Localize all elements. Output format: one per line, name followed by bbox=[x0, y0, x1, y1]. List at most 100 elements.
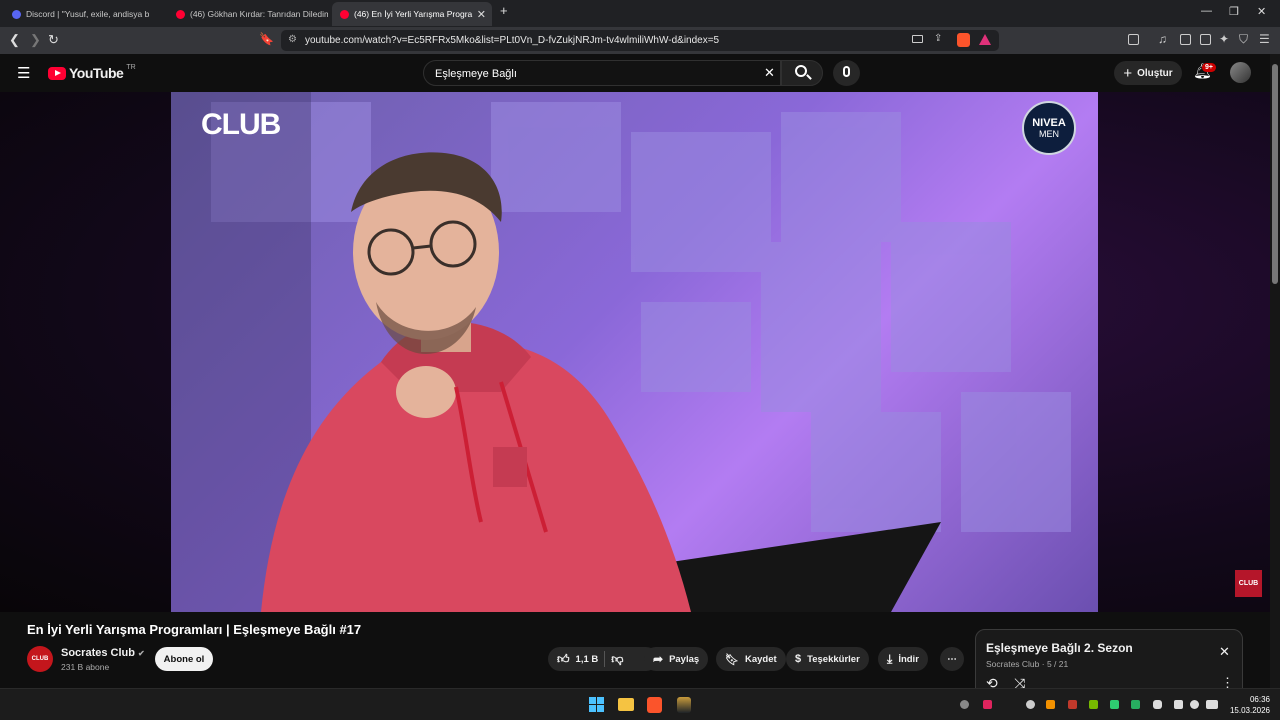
league-client-icon[interactable] bbox=[677, 697, 691, 713]
youtube-header: ☰ YouTube TR Eşleşmeye Bağlı ✕ + Oluştur… bbox=[0, 54, 1280, 92]
microphone-tray-icon[interactable] bbox=[1153, 700, 1162, 709]
url-field[interactable]: ⚙ youtube.com/watch?v=Ec5RFRx5Mko&list=P… bbox=[281, 30, 999, 51]
tab-active-video[interactable]: (46) En İyi Yerli Yarışma Progra ✕ bbox=[332, 2, 492, 26]
battery-icon[interactable] bbox=[1206, 700, 1218, 709]
vpn-shield-icon[interactable]: ⛉ bbox=[1239, 32, 1248, 47]
search-query-text: Eşleşmeye Bağlı bbox=[435, 68, 517, 80]
search-input[interactable]: Eşleşmeye Bağlı ✕ bbox=[423, 60, 781, 86]
tray-app-icon[interactable] bbox=[960, 700, 969, 709]
brave-rewards-icon[interactable] bbox=[979, 34, 991, 45]
site-settings-icon[interactable]: ⚙ bbox=[288, 34, 297, 45]
tray-app-icon[interactable] bbox=[1131, 700, 1140, 709]
clock-date: 15.03.2026 bbox=[1229, 706, 1270, 715]
youtube-logo-text: YouTube bbox=[69, 65, 124, 81]
more-actions-button[interactable]: ⋯ bbox=[940, 647, 964, 671]
verified-icon: ✔ bbox=[138, 649, 145, 658]
hamburger-menu-icon[interactable]: ☰ bbox=[17, 64, 30, 82]
club-watermark: CLUB bbox=[201, 108, 281, 141]
microphone-icon bbox=[843, 66, 850, 77]
volume-icon[interactable] bbox=[1190, 700, 1199, 709]
windows-start-icon[interactable] bbox=[589, 697, 604, 712]
share-icon: ➦ bbox=[653, 652, 664, 666]
scrollbar-thumb[interactable] bbox=[1272, 64, 1278, 284]
channel-branding-watermark[interactable]: CLUB bbox=[1235, 570, 1262, 597]
music-icon[interactable]: ♫ bbox=[1158, 32, 1167, 46]
youtube-play-logo-icon bbox=[48, 66, 66, 80]
discord-icon bbox=[12, 9, 21, 19]
playlist-title[interactable]: Eşleşmeye Bağlı 2. Sezon bbox=[986, 641, 1133, 655]
windows-taskbar: 06:36 15.03.2026 bbox=[0, 688, 1280, 720]
new-tab-button[interactable]: + bbox=[500, 3, 508, 18]
tray-app-icon[interactable] bbox=[1068, 700, 1077, 709]
network-icon[interactable] bbox=[1174, 700, 1183, 709]
share-label: Paylaş bbox=[669, 653, 700, 665]
clear-search-icon[interactable]: ✕ bbox=[764, 65, 775, 81]
nvidia-icon[interactable] bbox=[1089, 700, 1098, 709]
plus-icon: + bbox=[1123, 64, 1133, 82]
channel-avatar[interactable]: CLUB bbox=[27, 646, 53, 672]
clock-time: 06:36 bbox=[1249, 695, 1270, 704]
close-playlist-icon[interactable]: ✕ bbox=[1219, 644, 1230, 660]
url-text: youtube.com/watch?v=Ec5RFRx5Mko&list=PLt… bbox=[305, 35, 720, 46]
save-button[interactable]: 🔖︎ Kaydet bbox=[716, 647, 786, 671]
window-close-icon[interactable]: ✕ bbox=[1257, 5, 1266, 18]
like-button[interactable]: 👍︎ 1,1 B bbox=[557, 652, 598, 667]
voice-search-button[interactable] bbox=[833, 60, 860, 86]
dislike-button[interactable]: 👎︎ bbox=[611, 652, 623, 667]
tab-gokhan-kirdar[interactable]: (46) Gökhan Kırdar: Tanrıdan Diledim bbox=[168, 2, 328, 26]
minimize-icon[interactable]: — bbox=[1201, 5, 1212, 17]
system-clock[interactable]: 06:36 15.03.2026 bbox=[1230, 694, 1270, 716]
tab-label: Discord | "Yusuf, exile, andisya b bbox=[26, 9, 150, 19]
divider bbox=[604, 651, 606, 667]
tab-label: (46) Gökhan Kırdar: Tanrıdan Diledim bbox=[190, 9, 328, 19]
bookmark-icon[interactable]: 🔖 bbox=[259, 32, 274, 46]
sidebar-panel-icon[interactable] bbox=[1128, 34, 1139, 45]
sponsor-line-1: NIVEA bbox=[1032, 117, 1066, 129]
leo-ai-icon[interactable]: ✦ bbox=[1219, 32, 1229, 46]
super-thanks-icon: $ bbox=[795, 653, 802, 665]
tray-app-icon[interactable] bbox=[1046, 700, 1055, 709]
thanks-label: Teşekkürler bbox=[807, 653, 860, 665]
restore-icon[interactable]: ❐ bbox=[1229, 5, 1239, 18]
share-page-icon[interactable]: ⇪ bbox=[934, 33, 942, 44]
video-title: En İyi Yerli Yarışma Programları | Eşleş… bbox=[27, 622, 362, 637]
forward-icon[interactable]: ❯ bbox=[30, 32, 41, 48]
tab-label: (46) En İyi Yerli Yarışma Progra bbox=[354, 9, 473, 19]
thumbs-up-icon: 👍︎ bbox=[557, 651, 570, 666]
tray-app-icon[interactable] bbox=[983, 700, 992, 709]
create-button[interactable]: + Oluştur bbox=[1114, 61, 1182, 85]
video-frame[interactable]: CLUB NIVEA MEN bbox=[171, 92, 1098, 612]
region-code: TR bbox=[126, 64, 136, 71]
thanks-button[interactable]: $ Teşekkürler bbox=[786, 647, 869, 671]
account-avatar[interactable] bbox=[1230, 62, 1251, 83]
brave-browser-icon[interactable] bbox=[647, 697, 662, 713]
reload-icon[interactable]: ↻ bbox=[48, 32, 59, 48]
close-tab-icon[interactable]: ✕ bbox=[477, 8, 486, 21]
tray-app-icon[interactable] bbox=[1110, 700, 1119, 709]
youtube-icon bbox=[176, 9, 185, 19]
share-button[interactable]: ➦ Paylaş bbox=[644, 647, 709, 671]
tab-discord[interactable]: Discord | "Yusuf, exile, andisya b bbox=[4, 2, 164, 26]
tray-app-icon[interactable] bbox=[1026, 700, 1035, 709]
browser-menu-icon[interactable]: ☰ bbox=[1259, 32, 1270, 46]
download-icon: ⤓ bbox=[887, 651, 893, 666]
save-bookmark-icon: 🔖︎ bbox=[725, 653, 739, 666]
sidebar-toggle-icon[interactable] bbox=[1180, 34, 1191, 45]
search-button[interactable] bbox=[781, 60, 823, 86]
channel-name[interactable]: Socrates Club ✔ bbox=[61, 647, 145, 659]
subscribe-button[interactable]: Abone ol bbox=[155, 647, 213, 671]
file-explorer-icon[interactable] bbox=[618, 698, 634, 711]
notification-badge: 9+ bbox=[1202, 63, 1216, 72]
youtube-logo[interactable]: YouTube TR bbox=[48, 64, 136, 82]
download-button[interactable]: ⤓ İndir bbox=[878, 647, 928, 671]
back-icon[interactable]: ❮ bbox=[9, 32, 20, 48]
video-player[interactable]: CLUB NIVEA MEN CLUB bbox=[0, 92, 1270, 612]
page-scrollbar[interactable] bbox=[1270, 54, 1280, 688]
brave-shields-icon[interactable] bbox=[957, 33, 970, 47]
create-label: Oluştur bbox=[1137, 67, 1173, 79]
cast-icon[interactable] bbox=[912, 35, 923, 43]
channel-name-text: Socrates Club bbox=[61, 647, 135, 659]
wallet-icon[interactable] bbox=[1200, 34, 1211, 45]
nivea-men-logo: NIVEA MEN bbox=[1022, 101, 1076, 155]
more-horizontal-icon: ⋯ bbox=[947, 653, 957, 665]
